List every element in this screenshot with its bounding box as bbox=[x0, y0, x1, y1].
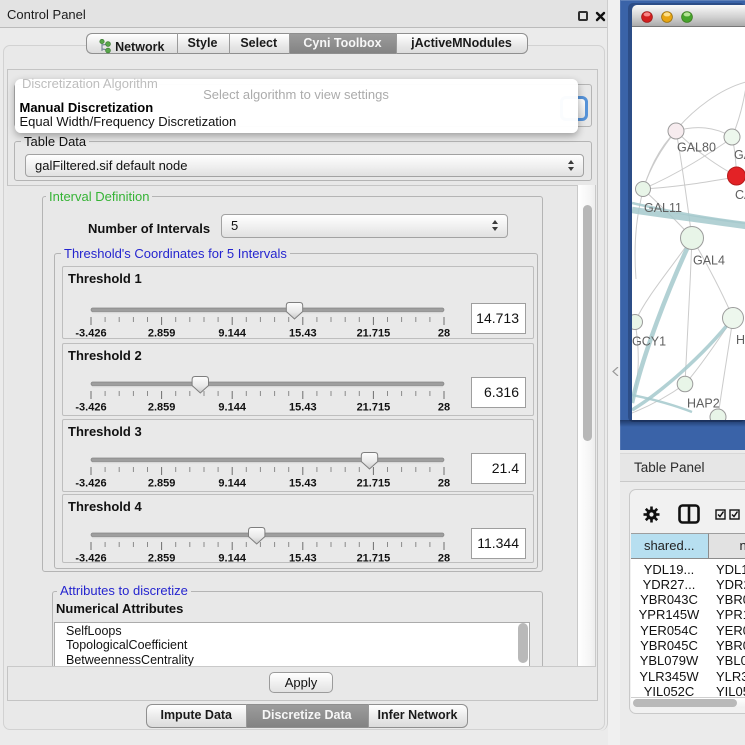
svg-text:21.715: 21.715 bbox=[357, 328, 391, 340]
svg-text:21.715: 21.715 bbox=[357, 401, 391, 413]
svg-text:28: 28 bbox=[438, 328, 450, 340]
svg-text:CA: CA bbox=[735, 188, 745, 202]
svg-text:GAL80: GAL80 bbox=[677, 141, 716, 155]
svg-text:-3.426: -3.426 bbox=[75, 328, 106, 340]
svg-text:9.144: 9.144 bbox=[218, 328, 246, 340]
svg-text:2.859: 2.859 bbox=[148, 401, 176, 413]
svg-text:-3.426: -3.426 bbox=[75, 477, 106, 489]
svg-text:21.715: 21.715 bbox=[357, 477, 391, 489]
svg-text:9.144: 9.144 bbox=[218, 552, 246, 564]
svg-text:21.715: 21.715 bbox=[357, 552, 391, 564]
svg-text:15.43: 15.43 bbox=[289, 477, 317, 489]
svg-text:GAL11: GAL11 bbox=[644, 201, 682, 215]
svg-text:28: 28 bbox=[438, 401, 450, 413]
svg-text:2.859: 2.859 bbox=[148, 552, 176, 564]
svg-text:H: H bbox=[736, 333, 745, 347]
svg-text:28: 28 bbox=[438, 477, 450, 489]
svg-text:-3.426: -3.426 bbox=[75, 552, 106, 564]
svg-text:15.43: 15.43 bbox=[289, 328, 317, 340]
svg-text:28: 28 bbox=[438, 552, 450, 564]
svg-text:HAP2: HAP2 bbox=[687, 397, 720, 411]
svg-text:GAL4: GAL4 bbox=[693, 254, 725, 268]
svg-text:2.859: 2.859 bbox=[148, 328, 176, 340]
svg-text:-3.426: -3.426 bbox=[75, 401, 106, 413]
svg-text:GCY1: GCY1 bbox=[632, 335, 666, 349]
svg-text:15.43: 15.43 bbox=[289, 552, 317, 564]
svg-text:15.43: 15.43 bbox=[289, 401, 317, 413]
svg-text:2.859: 2.859 bbox=[148, 477, 176, 489]
svg-text:GA: GA bbox=[734, 148, 745, 162]
svg-text:9.144: 9.144 bbox=[218, 401, 246, 413]
svg-text:9.144: 9.144 bbox=[218, 477, 246, 489]
